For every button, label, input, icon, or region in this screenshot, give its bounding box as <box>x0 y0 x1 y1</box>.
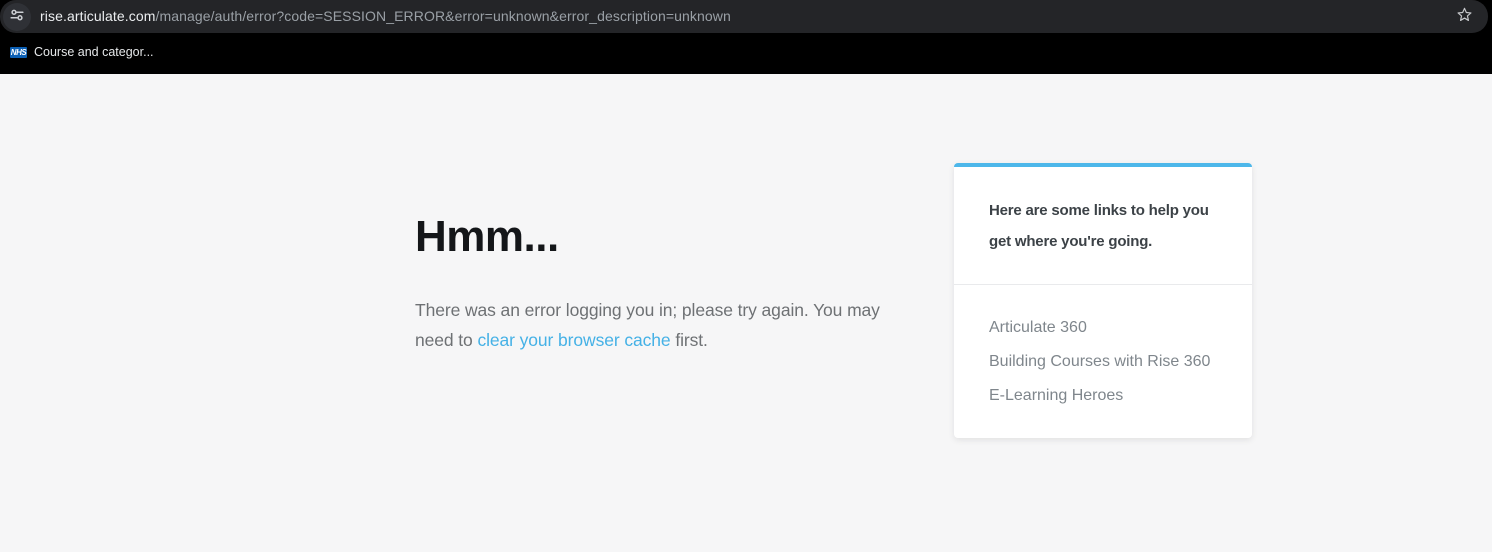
clear-browser-cache-link[interactable]: clear your browser cache <box>477 330 670 350</box>
error-message-text-after: first. <box>670 330 708 350</box>
nhs-favicon: NHS <box>10 46 27 58</box>
error-block: Hmm... There was an error logging you in… <box>415 212 960 355</box>
error-page: Hmm... There was an error logging you in… <box>0 74 1492 552</box>
help-card-links: Articulate 360 Building Courses with Ris… <box>954 285 1252 438</box>
bookmarks-bar: NHS Course and categor... <box>0 33 1492 74</box>
help-links-card: Here are some links to help you get wher… <box>954 163 1252 438</box>
bookmark-label: Course and categor... <box>34 45 154 59</box>
star-icon <box>1455 5 1474 29</box>
page-title: Hmm... <box>415 212 559 261</box>
site-info-button[interactable] <box>3 3 31 31</box>
address-bar[interactable]: rise.articulate.com/manage/auth/error?co… <box>0 0 1488 33</box>
link-building-courses-rise-360[interactable]: Building Courses with Rise 360 <box>989 345 1232 379</box>
bookmark-star-button[interactable] <box>1455 7 1474 26</box>
tune-icon <box>9 7 25 28</box>
error-message: There was an error logging you in; pleas… <box>415 295 960 355</box>
help-card-title: Here are some links to help you get wher… <box>954 167 1252 285</box>
url-domain: rise.articulate.com <box>40 8 156 24</box>
bookmark-item-course-and-categories[interactable]: NHS Course and categor... <box>10 41 154 63</box>
browser-window: rise.articulate.com/manage/auth/error?co… <box>0 0 1492 552</box>
browser-chrome: rise.articulate.com/manage/auth/error?co… <box>0 0 1492 74</box>
link-articulate-360[interactable]: Articulate 360 <box>989 311 1232 345</box>
url-text[interactable]: rise.articulate.com/manage/auth/error?co… <box>40 0 731 33</box>
link-elearning-heroes[interactable]: E-Learning Heroes <box>989 379 1232 413</box>
url-path: /manage/auth/error?code=SESSION_ERROR&er… <box>155 8 731 24</box>
